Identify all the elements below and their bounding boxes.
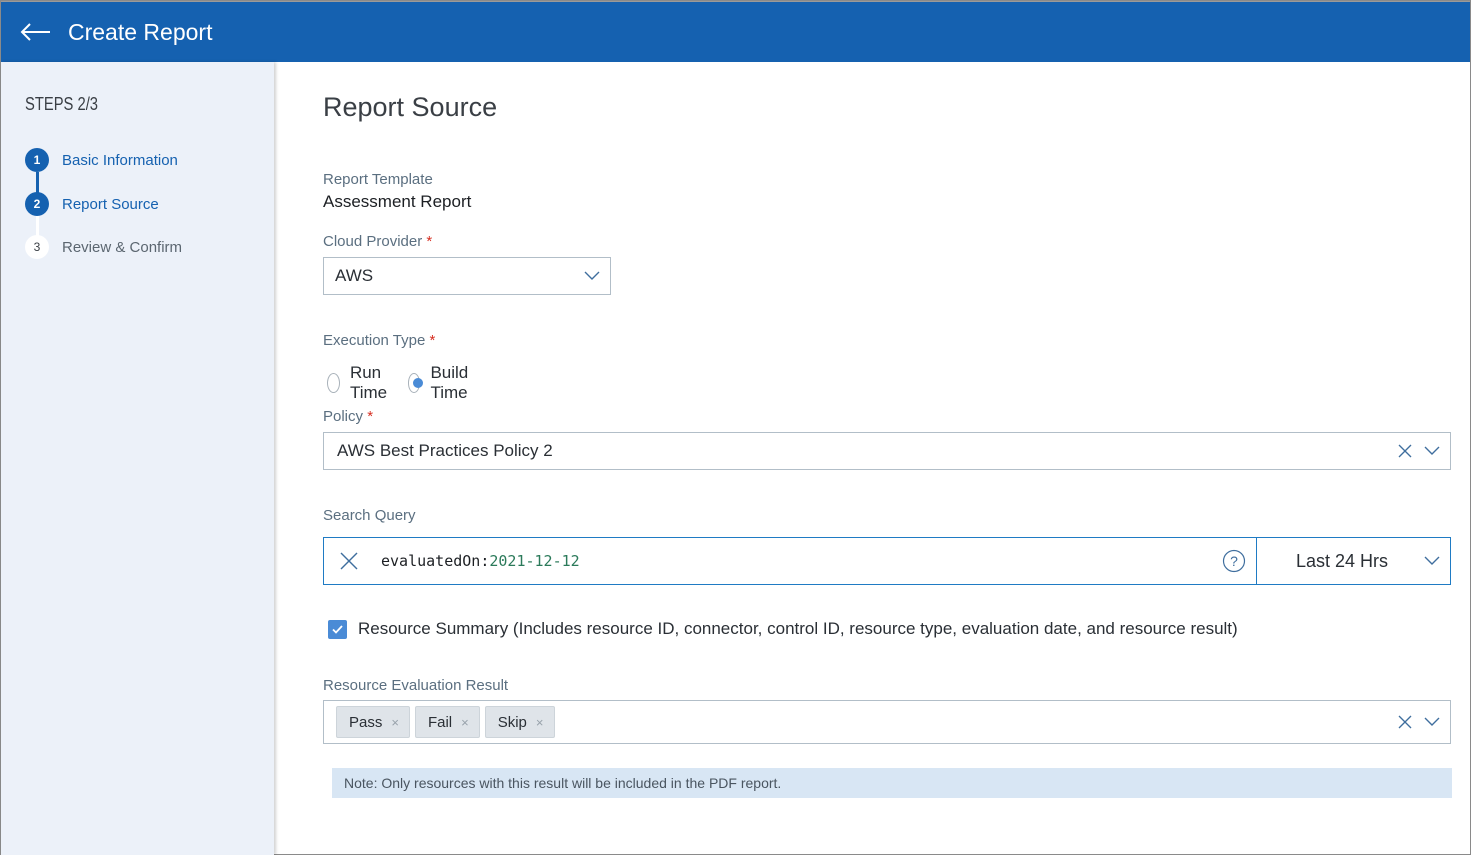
chip-pass[interactable]: Pass ×	[336, 706, 410, 738]
app-header: Create Report	[1, 1, 1470, 62]
search-query-field: evaluatedOn:2021-12-12 ? Last 24 Hrs	[323, 537, 1451, 585]
report-template-label: Report Template	[323, 171, 433, 188]
step-number-badge: 3	[25, 235, 49, 259]
cloud-provider-value: AWS	[335, 266, 374, 285]
step-basic-information[interactable]: 1 Basic Information	[25, 148, 178, 172]
execution-type-label-text: Execution Type	[323, 332, 426, 349]
execution-type-radio-group: Run Time Build Time	[327, 363, 490, 403]
step-review-confirm[interactable]: 3 Review & Confirm	[25, 235, 182, 259]
chevron-down-icon	[1424, 556, 1440, 565]
radio-build-time[interactable]: Build Time	[408, 363, 476, 403]
cloud-provider-select[interactable]: AWS	[323, 257, 611, 295]
radio-button-unchecked[interactable]	[327, 373, 340, 393]
resource-evaluation-result-select[interactable]: Pass × Fail × Skip ×	[323, 700, 1451, 744]
resource-summary-checkbox[interactable]	[328, 619, 347, 639]
resource-evaluation-result-label: Resource Evaluation Result	[323, 677, 509, 694]
radio-label: Build Time	[430, 363, 469, 402]
chip-label: Pass	[349, 713, 383, 731]
chip-skip[interactable]: Skip ×	[484, 706, 555, 738]
policy-label: Policy *	[323, 408, 373, 425]
remove-chip-icon[interactable]: ×	[461, 715, 469, 730]
time-range-value: Last 24 Hrs	[1296, 550, 1389, 571]
info-note: Note: Only resources with this result wi…	[332, 768, 1452, 798]
selected-chips: Pass × Fail × Skip ×	[324, 706, 1398, 738]
radio-run-time[interactable]: Run Time	[327, 363, 394, 403]
report-template-value: Assessment Report	[323, 192, 472, 211]
chevron-down-icon	[1424, 446, 1440, 455]
chip-fail[interactable]: Fail ×	[414, 706, 480, 738]
chevron-down-icon	[584, 271, 600, 280]
checkmark-icon	[332, 624, 343, 634]
required-mark: *	[367, 408, 374, 425]
step-report-source[interactable]: 2 Report Source	[25, 192, 159, 216]
remove-chip-icon[interactable]: ×	[536, 715, 544, 730]
policy-select[interactable]: AWS Best Practices Policy 2	[323, 432, 1451, 470]
step-label: Review & Confirm	[62, 238, 183, 256]
note-text: Note: Only resources with this result wi…	[344, 775, 782, 791]
step-number-badge: 2	[25, 192, 49, 216]
resource-summary-checkbox-row[interactable]: Resource Summary (Includes resource ID, …	[328, 619, 1238, 639]
radio-button-checked[interactable]	[408, 373, 424, 393]
resource-summary-label: Resource Summary (Includes resource ID, …	[358, 619, 1238, 638]
arrow-left-icon[interactable]	[20, 22, 52, 42]
search-query-label: Search Query	[323, 507, 416, 524]
svg-text:?: ?	[1230, 553, 1238, 569]
clear-icon[interactable]	[1398, 715, 1412, 729]
radio-label: Run Time	[349, 363, 388, 402]
policy-value: AWS Best Practices Policy 2	[337, 441, 553, 460]
close-icon[interactable]	[339, 551, 359, 571]
chip-label: Fail	[427, 713, 453, 731]
help-question-icon[interactable]: ?	[1222, 549, 1246, 573]
required-mark: *	[429, 332, 436, 349]
step-number-badge: 1	[25, 148, 49, 172]
policy-label-text: Policy	[323, 408, 364, 425]
clear-icon[interactable]	[1398, 444, 1412, 458]
chevron-down-icon	[1424, 717, 1440, 726]
cloud-provider-label: Cloud Provider *	[323, 233, 432, 250]
step-label: Report Source	[62, 195, 159, 213]
steps-sidebar: STEPS 2/3 1 Basic Information 2 Report S…	[1, 62, 274, 855]
query-value: 2021-12-12	[489, 552, 580, 570]
required-mark: *	[426, 233, 433, 250]
search-input[interactable]: evaluatedOn:2021-12-12 ?	[324, 538, 1256, 584]
chip-label: Skip	[497, 713, 527, 731]
time-range-select[interactable]: Last 24 Hrs	[1256, 538, 1450, 584]
steps-progress-title: STEPS 2/3	[25, 94, 99, 114]
cloud-provider-label-text: Cloud Provider	[323, 233, 423, 250]
query-key: evaluatedOn:	[381, 552, 490, 570]
search-query-text: evaluatedOn:2021-12-12	[381, 552, 1222, 570]
execution-type-label: Execution Type *	[323, 332, 435, 349]
remove-chip-icon[interactable]: ×	[391, 715, 399, 730]
page-header-title: Create Report	[68, 18, 213, 45]
step-label: Basic Information	[62, 151, 178, 169]
page-title: Report Source	[323, 92, 498, 122]
